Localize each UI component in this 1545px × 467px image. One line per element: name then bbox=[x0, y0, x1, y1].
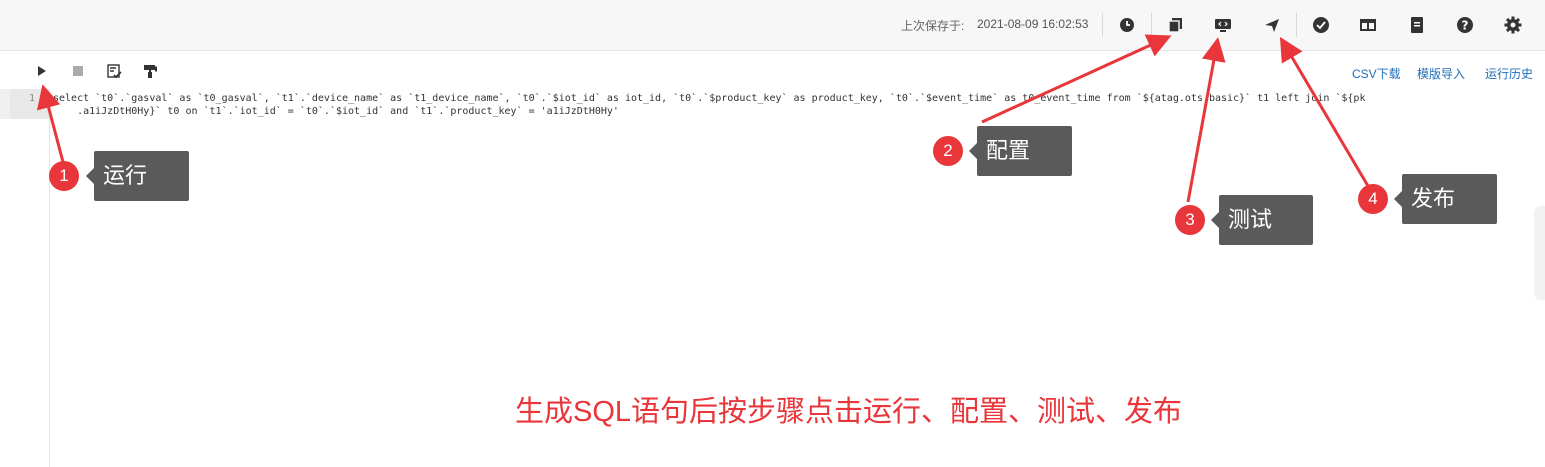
gear-icon[interactable] bbox=[1503, 15, 1523, 35]
step-callout-4: 发布 bbox=[1394, 174, 1497, 224]
check-icon[interactable] bbox=[1311, 15, 1331, 35]
sql-line-2[interactable]: .a1iJzDtH0Hy}` t0 on `t1`.`iot_id` = `t0… bbox=[53, 106, 619, 117]
save-time: 2021-08-09 16:02:53 bbox=[977, 17, 1089, 31]
doc-icon[interactable] bbox=[1407, 15, 1427, 35]
editor-gutter bbox=[0, 89, 50, 467]
step-marker-4: 4 bbox=[1358, 184, 1388, 214]
publish-icon[interactable] bbox=[1262, 15, 1282, 35]
save-label: 上次保存于: bbox=[901, 19, 965, 33]
step-callout-2: 配置 bbox=[969, 126, 1072, 176]
editor-toolbar: CSV下载 模版导入 运行历史 bbox=[0, 51, 1545, 89]
divider bbox=[1296, 13, 1297, 37]
gutter-margin bbox=[0, 89, 10, 119]
side-panel-tab[interactable] bbox=[1536, 208, 1545, 298]
divider bbox=[1102, 13, 1103, 37]
run-history-link[interactable]: 运行历史 bbox=[1485, 65, 1533, 82]
format-icon[interactable] bbox=[106, 63, 122, 79]
template-import-link[interactable]: 模版导入 bbox=[1417, 65, 1465, 82]
test-icon[interactable] bbox=[1213, 15, 1233, 35]
step-callout-3: 测试 bbox=[1211, 195, 1313, 245]
stop-icon[interactable] bbox=[70, 63, 86, 79]
step-marker-3: 3 bbox=[1175, 205, 1205, 235]
svg-text:?: ? bbox=[1462, 19, 1469, 33]
instruction-caption: 生成SQL语句后按步骤点击运行、配置、测试、发布 bbox=[515, 396, 1183, 428]
layout-icon[interactable] bbox=[1358, 15, 1378, 35]
top-bar: 上次保存于: 2021-08-09 16:02:53 ? bbox=[0, 0, 1545, 51]
step-marker-1: 1 bbox=[49, 161, 79, 191]
csv-download-link[interactable]: CSV下载 bbox=[1352, 65, 1401, 82]
divider bbox=[1151, 13, 1152, 37]
line-number: 1 bbox=[29, 93, 36, 104]
run-icon[interactable] bbox=[34, 63, 50, 79]
sql-line-1[interactable]: select `t0`.`gasval` as `t0_gasval`, `t1… bbox=[53, 93, 1365, 104]
step-marker-2: 2 bbox=[933, 136, 963, 166]
help-icon[interactable]: ? bbox=[1455, 15, 1475, 35]
config-icon[interactable] bbox=[1166, 15, 1186, 35]
brush-icon[interactable] bbox=[142, 63, 158, 79]
step-callout-1: 运行 bbox=[86, 151, 189, 201]
history-icon[interactable] bbox=[1117, 15, 1137, 35]
